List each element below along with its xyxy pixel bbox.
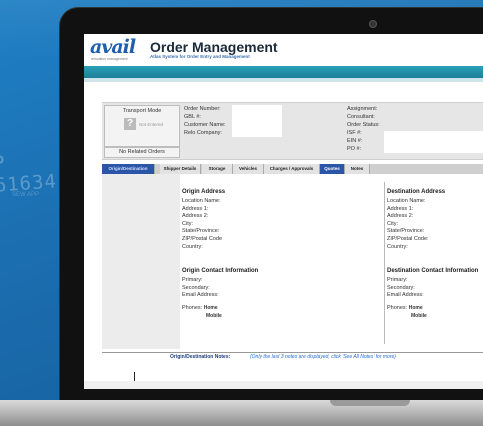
order-values xyxy=(232,105,282,137)
origin-state: State/Province: xyxy=(182,228,220,235)
origin-destination-content: Origin Address Location Name: Address 1:… xyxy=(102,174,483,349)
origin-contact-fields: Primary: Secondary: Email Address: xyxy=(182,277,219,300)
dest-zip: ZIP/Postal Code: xyxy=(387,235,429,242)
destination-address-title: Destination Address xyxy=(387,189,446,195)
relo-company-label: Relo Company: xyxy=(184,130,222,136)
camera-icon xyxy=(369,20,377,28)
consultant-label: Consultant: xyxy=(347,114,375,120)
order-status-label: Order Status: xyxy=(347,122,380,128)
tab-notes[interactable]: Notes xyxy=(345,164,370,174)
origin-phone-mobile-row: Mobile xyxy=(206,313,222,319)
destination-contact-title: Destination Contact Information xyxy=(387,268,479,274)
origin-primary: Primary: xyxy=(182,277,203,283)
origin-location-name: Location Name: xyxy=(182,198,221,204)
dest-secondary: Secondary: xyxy=(387,284,415,291)
footer-strip xyxy=(84,381,483,389)
notes-bar: Origin/Destination Notes: (Only the last… xyxy=(102,352,483,361)
po-label: PO #: xyxy=(347,146,362,152)
ein-label: EIN #: xyxy=(347,138,363,144)
transport-mode-box[interactable]: Transport Mode ? Not Entered xyxy=(104,105,180,147)
dest-state: State/Province: xyxy=(387,228,425,235)
order-info-panel: Transport Mode ? Not Entered No Related … xyxy=(102,102,483,160)
tab-origin-destination[interactable]: Origin/Destination xyxy=(102,164,155,174)
app-header: avail relocation management Order Manage… xyxy=(84,34,483,62)
origin-phones: Phones: Home xyxy=(182,305,218,311)
origin-secondary: Secondary: xyxy=(182,284,210,291)
dest-phones-label: Phones: xyxy=(387,305,408,311)
dest-primary: Primary: xyxy=(387,277,408,283)
related-orders[interactable]: No Related Orders xyxy=(104,147,180,158)
notes-label: Origin/Destination Notes: xyxy=(170,354,231,360)
tab-charges-approvals[interactable]: Charges / Approvals xyxy=(264,164,320,174)
tab-shipper-details[interactable]: Shipper Details xyxy=(160,164,201,174)
origin-address-2: Address 2: xyxy=(182,213,209,220)
customer-name-label: Customer Name: xyxy=(184,122,226,128)
dest-phones: Phones: Home xyxy=(387,305,423,311)
origin-country: Country: xyxy=(182,243,203,250)
origin-email: Email Address: xyxy=(182,292,219,299)
dest-address-1: Address 1: xyxy=(387,205,414,212)
origin-phone-home: Home xyxy=(203,305,218,311)
gbl-label: GBL #: xyxy=(184,114,201,120)
origin-phone-mobile: Mobile xyxy=(206,313,222,319)
origin-address-1: Address 1: xyxy=(182,205,209,212)
isf-label: ISF #: xyxy=(347,130,362,136)
left-gutter xyxy=(102,174,180,349)
avail-logo[interactable]: avail xyxy=(90,36,136,58)
laptop-base xyxy=(0,400,483,426)
question-icon: ? xyxy=(124,118,136,130)
logo-tagline: relocation management xyxy=(91,57,128,61)
destination-contact-fields: Primary: Secondary: Email Address: xyxy=(387,277,424,300)
header-band xyxy=(84,66,483,78)
order-number-label: Order Number: xyxy=(184,106,221,112)
origin-zip: ZIP/Postal Code xyxy=(182,235,223,242)
dest-address-2: Address 2: xyxy=(387,213,414,220)
tab-quotes[interactable]: Quotes xyxy=(320,164,345,174)
laptop-notch xyxy=(330,400,410,406)
notes-hint[interactable]: (Only the last 3 notes are displayed, cl… xyxy=(250,353,396,361)
origin-address-fields: Location Name: Address 1: Address 2: Cit… xyxy=(182,198,222,251)
assignment-fields: Assignment: Consultant: Order Status: IS… xyxy=(347,105,380,153)
column-divider xyxy=(384,182,385,344)
dest-location-name: Location Name: xyxy=(387,198,426,204)
origin-address-title: Origin Address xyxy=(182,189,226,195)
dest-city: City: xyxy=(387,220,398,227)
dest-phone-mobile: Mobile xyxy=(411,313,427,319)
origin-contact-title: Origin Contact Information xyxy=(182,268,259,274)
transport-mode-title: Transport Mode xyxy=(122,108,162,114)
dest-phone-mobile-row: Mobile xyxy=(411,313,427,319)
laptop-screen: avail relocation management Order Manage… xyxy=(84,34,483,389)
assignment-label: Assignment: xyxy=(347,106,378,112)
dest-country: Country: xyxy=(387,243,408,250)
page-title: Order Management xyxy=(150,39,278,55)
order-fields: Order Number: GBL #: Customer Name: Relo… xyxy=(184,105,226,137)
dest-email: Email Address: xyxy=(387,292,424,299)
page-subtitle: Atlas System for Order Entry and Managem… xyxy=(150,54,250,59)
destination-address-fields: Location Name: Address 1: Address 2: Cit… xyxy=(387,198,429,251)
tab-bar: Origin/Destination Shipper Details Stora… xyxy=(102,164,483,174)
origin-phones-label: Phones: xyxy=(182,305,203,311)
header-subband xyxy=(84,78,483,82)
tab-storage[interactable]: Storage xyxy=(202,164,233,174)
dest-phone-home: Home xyxy=(408,305,423,311)
transport-not-entered: Not Entered xyxy=(139,122,164,127)
origin-city: City: xyxy=(182,220,193,227)
tab-vehicles[interactable]: Vehicles xyxy=(233,164,264,174)
background-plate-sub: SEW APP xyxy=(12,192,40,198)
assignment-values xyxy=(384,131,483,153)
